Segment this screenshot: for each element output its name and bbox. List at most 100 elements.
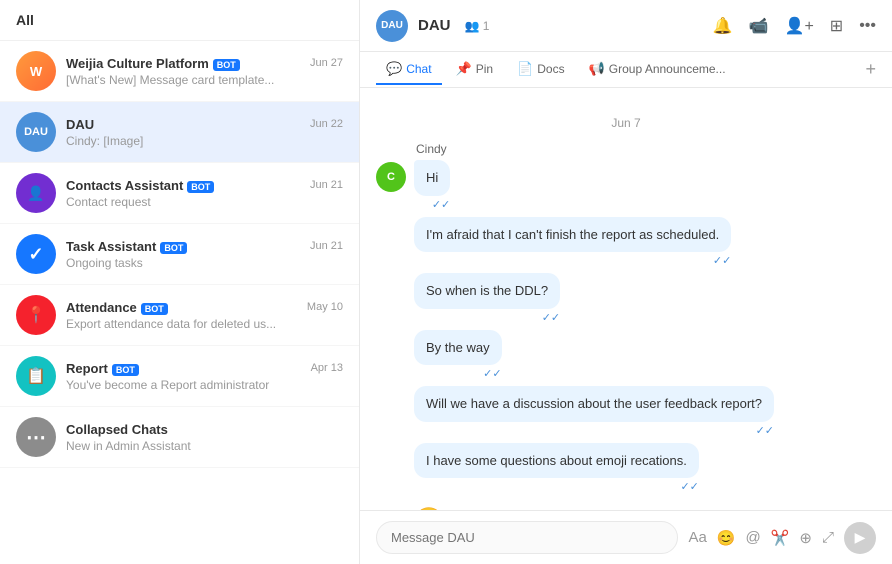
message-row-3: So when is the DDL? ✓✓ <box>376 273 876 324</box>
message-bubble-1: Hi <box>414 160 450 196</box>
avatar-attendance: 📍 <box>16 295 56 335</box>
avatar-report: 📋 <box>16 356 56 396</box>
message-row-1: C Hi ✓✓ <box>376 160 876 211</box>
msg-status-2: ✓✓ <box>414 254 731 267</box>
video-icon[interactable]: 📹 <box>749 16 769 36</box>
avatar-contacts: 👤 <box>16 173 56 213</box>
msg-status-1: ✓✓ <box>414 198 450 211</box>
chat-name-dau: DAU <box>66 117 94 132</box>
chat-subtitle: 👥 1 <box>465 19 490 33</box>
tab-group-announcement[interactable]: 📢 Group Announceme... <box>579 55 736 85</box>
tab-chat[interactable]: 💬 Chat <box>376 55 442 85</box>
chat-preview-contacts: Contact request <box>66 195 343 209</box>
bot-badge: BOT <box>187 181 214 193</box>
chat-tabs: 💬 Chat 📌 Pin 📄 Docs 📢 Group Announceme..… <box>360 52 892 88</box>
tab-docs[interactable]: 📄 Docs <box>507 55 575 85</box>
chat-preview-attendance: Export attendance data for deleted us... <box>66 317 343 331</box>
avatar-weijia: W <box>16 51 56 91</box>
font-size-icon[interactable]: Aa <box>688 529 706 546</box>
msg-status-3: ✓✓ <box>414 311 560 324</box>
emoji-icon[interactable]: 😊 <box>717 529 736 547</box>
message-input-area: Aa 😊 @ ✂️ ⊕ ⤢ ▶ <box>360 510 892 564</box>
message-row-4: By the way ✓✓ <box>376 330 876 381</box>
chat-date-attendance: May 10 <box>307 301 343 313</box>
chat-name-contacts: Contacts AssistantBOT <box>66 178 214 193</box>
date-divider-jun7: Jun 7 <box>376 116 876 130</box>
chat-list: W Weijia Culture PlatformBOT Jun 27 [Wha… <box>0 41 359 564</box>
chat-info-contacts: Contacts AssistantBOT Jun 21 Contact req… <box>66 178 343 209</box>
tab-pin[interactable]: 📌 Pin <box>446 55 504 85</box>
msg-status-6: ✓✓ <box>414 480 699 493</box>
chat-date-contacts: Jun 21 <box>310 179 343 191</box>
chat-name-weijia: Weijia Culture PlatformBOT <box>66 56 240 71</box>
expand-icon[interactable]: ⤢ <box>822 529 834 546</box>
message-bubble-4: By the way <box>414 330 502 366</box>
mention-icon[interactable]: @ <box>745 529 760 546</box>
chat-date-weijia: Jun 27 <box>310 57 343 69</box>
bot-badge: BOT <box>112 364 139 376</box>
chat-header-avatar: DAU <box>376 10 408 42</box>
chat-name-collapsed: Collapsed Chats <box>66 422 168 437</box>
chat-item-weijia[interactable]: W Weijia Culture PlatformBOT Jun 27 [Wha… <box>0 41 359 102</box>
chat-preview-task: Ongoing tasks <box>66 256 343 270</box>
input-icons: Aa 😊 @ ✂️ ⊕ ⤢ <box>688 529 834 547</box>
more-icon[interactable]: ••• <box>859 17 876 35</box>
chat-item-dau[interactable]: DAU DAU Jun 22 Cindy: [Image] <box>0 102 359 163</box>
message-bubble-3: So when is the DDL? <box>414 273 560 309</box>
header-actions: 🔔 📹 👤+ ⊞ ••• <box>713 16 876 36</box>
chat-preview-report: You've become a Report administrator <box>66 378 343 392</box>
chat-preview-collapsed: New in Admin Assistant <box>66 439 343 453</box>
message-row-6: I have some questions about emoji recati… <box>376 443 876 494</box>
send-button[interactable]: ▶ <box>844 522 876 554</box>
layout-icon[interactable]: ⊞ <box>830 16 843 36</box>
msg-status-4: ✓✓ <box>414 367 502 380</box>
message-input[interactable] <box>376 521 678 554</box>
chat-date-report: Apr 13 <box>311 362 343 374</box>
sidebar-header: All <box>0 0 359 41</box>
chat-name-report: ReportBOT <box>66 361 139 376</box>
chat-date-task: Jun 21 <box>310 240 343 252</box>
chat-preview-weijia: [What's New] Message card template... <box>66 73 343 87</box>
sidebar: All W Weijia Culture PlatformBOT Jun 27 … <box>0 0 360 564</box>
chat-info-dau: DAU Jun 22 Cindy: [Image] <box>66 117 343 148</box>
chat-date-dau: Jun 22 <box>310 118 343 130</box>
chat-title: DAU <box>418 17 451 34</box>
chat-info-attendance: AttendanceBOT May 10 Export attendance d… <box>66 300 343 331</box>
chat-preview-dau: Cindy: [Image] <box>66 134 343 148</box>
message-bubble-7: 😊 <box>414 499 444 510</box>
messages-area: Jun 7 Cindy C Hi ✓✓ I'm afraid that I ca… <box>360 88 892 510</box>
chat-item-attendance[interactable]: 📍 AttendanceBOT May 10 Export attendance… <box>0 285 359 346</box>
chat-item-task[interactable]: ✓ Task AssistantBOT Jun 21 Ongoing tasks <box>0 224 359 285</box>
bot-badge: BOT <box>213 59 240 71</box>
add-icon[interactable]: ⊕ <box>799 529 812 547</box>
cindy-avatar: C <box>376 162 406 192</box>
cindy-message-group: Cindy C Hi ✓✓ I'm afraid that I can't fi… <box>376 142 876 510</box>
chat-name-attendance: AttendanceBOT <box>66 300 168 315</box>
avatar-task: ✓ <box>16 234 56 274</box>
message-row-7: 😊 ✓✓ <box>376 499 876 510</box>
chat-info-weijia: Weijia Culture PlatformBOT Jun 27 [What'… <box>66 56 343 87</box>
chat-info-task: Task AssistantBOT Jun 21 Ongoing tasks <box>66 239 343 270</box>
chat-item-report[interactable]: 📋 ReportBOT Apr 13 You've become a Repor… <box>0 346 359 407</box>
add-user-icon[interactable]: 👤+ <box>785 16 814 36</box>
message-bubble-5: Will we have a discussion about the user… <box>414 386 774 422</box>
message-bubble-6: I have some questions about emoji recati… <box>414 443 699 479</box>
bot-badge: BOT <box>160 242 187 254</box>
clip-icon[interactable]: ✂️ <box>771 529 790 547</box>
bot-badge: BOT <box>141 303 168 315</box>
chat-name-task: Task AssistantBOT <box>66 239 187 254</box>
search-icon[interactable]: 🔔 <box>713 16 733 36</box>
sender-name: Cindy <box>416 142 876 156</box>
message-row-2: I'm afraid that I can't finish the repor… <box>376 217 876 268</box>
chat-header: DAU DAU 👥 1 🔔 📹 👤+ ⊞ ••• <box>360 0 892 52</box>
message-row-5: Will we have a discussion about the user… <box>376 386 876 437</box>
chat-area: DAU DAU 👥 1 🔔 📹 👤+ ⊞ ••• 💬 Chat 📌 Pin 📄 … <box>360 0 892 564</box>
tab-add-button[interactable]: + <box>865 59 876 80</box>
chat-item-collapsed[interactable]: ⋯ Collapsed Chats New in Admin Assistant <box>0 407 359 468</box>
chat-item-contacts[interactable]: 👤 Contacts AssistantBOT Jun 21 Contact r… <box>0 163 359 224</box>
avatar-collapsed: ⋯ <box>16 417 56 457</box>
message-bubble-2: I'm afraid that I can't finish the repor… <box>414 217 731 253</box>
msg-status-5: ✓✓ <box>414 424 774 437</box>
avatar-dau: DAU <box>16 112 56 152</box>
chat-info-collapsed: Collapsed Chats New in Admin Assistant <box>66 422 343 453</box>
